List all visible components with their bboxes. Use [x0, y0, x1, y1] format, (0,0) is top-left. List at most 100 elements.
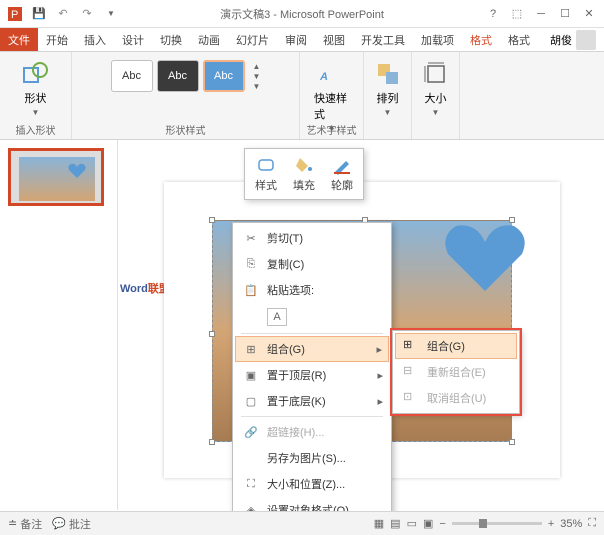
zoom-slider[interactable] — [452, 522, 542, 525]
shape-style-2[interactable]: Abc — [157, 60, 199, 92]
gallery-more-icon[interactable]: ▼ — [253, 82, 261, 91]
tab-review[interactable]: 审阅 — [277, 28, 315, 51]
ctx-size-position[interactable]: ⛶大小和位置(Z)... — [235, 471, 389, 497]
shapes-label: 形状 — [25, 90, 47, 106]
tab-home[interactable]: 开始 — [38, 28, 76, 51]
group-icon: ⊞ — [403, 338, 419, 354]
separator — [241, 416, 383, 417]
group-label-insert-shape: 插入形状 — [0, 122, 71, 137]
slide-thumbnail-1[interactable] — [8, 148, 104, 206]
notes-button[interactable]: ≐备注 — [8, 516, 42, 532]
fill-icon — [294, 155, 314, 175]
powerpoint-icon: P — [6, 5, 24, 23]
qat-more-icon[interactable]: ▼ — [102, 5, 120, 23]
close-button[interactable]: ✕ — [580, 7, 598, 21]
window-controls: ? ⬚ ─ ☐ ✕ — [478, 7, 604, 21]
zoom-in-button[interactable]: + — [548, 518, 554, 530]
tab-file[interactable]: 文件 — [0, 28, 38, 51]
user-name: 胡俊 — [550, 32, 572, 48]
maximize-button[interactable]: ☐ — [556, 7, 574, 21]
submenu-arrow-icon: ▸ — [377, 369, 383, 382]
undo-icon[interactable]: ↶ — [54, 5, 72, 23]
mini-fill-button[interactable]: 填充 — [293, 155, 315, 193]
tab-view[interactable]: 视图 — [315, 28, 353, 51]
bring-front-icon: ▣ — [243, 367, 259, 383]
submenu-group[interactable]: ⊞组合(G) — [395, 333, 517, 359]
shape-style-3[interactable]: Abc — [203, 60, 245, 92]
tab-animations[interactable]: 动画 — [190, 28, 228, 51]
size-icon — [422, 60, 450, 88]
submenu-regroup: ⊟重新组合(E) — [395, 359, 517, 385]
shape-style-gallery[interactable]: Abc Abc Abc ▲ ▼ ▼ — [107, 56, 265, 96]
redo-icon[interactable]: ↷ — [78, 5, 96, 23]
ctx-paste-options: 📋粘贴选项: — [235, 277, 389, 303]
help-icon[interactable]: ? — [484, 7, 502, 21]
context-menu: ✂剪切(T) ⎘复制(C) 📋粘贴选项: A ⊞组合(G)▸ ▣置于顶层(R)▸… — [232, 222, 392, 526]
minimize-button[interactable]: ─ — [532, 7, 550, 21]
group-wordart: A 快速样式 ▼ 艺术字样式 — [300, 52, 364, 139]
size-pos-icon: ⛶ — [243, 476, 259, 492]
ctx-paste-option-1[interactable]: A — [235, 303, 389, 331]
ctx-bring-front[interactable]: ▣置于顶层(R)▸ — [235, 362, 389, 388]
tab-developer[interactable]: 开发工具 — [353, 28, 413, 51]
chevron-down-icon: ▼ — [432, 108, 440, 117]
group-submenu: ⊞组合(G) ⊟重新组合(E) ⊡取消组合(U) — [392, 330, 520, 414]
group-label-shape-style: 形状样式 — [72, 122, 299, 137]
tab-addins[interactable]: 加载项 — [413, 28, 462, 51]
paste-option-icon: A — [267, 308, 287, 326]
tab-insert[interactable]: 插入 — [76, 28, 114, 51]
quick-styles-label: 快速样式 — [314, 90, 349, 122]
tab-format2[interactable]: 格式 — [500, 28, 538, 51]
view-reading-icon[interactable]: ▭ — [407, 517, 417, 530]
size-button[interactable]: 大小 ▼ — [416, 56, 456, 121]
status-bar: ≐备注 💬批注 ▦ ▤ ▭ ▣ − + 35% ⛶ — [0, 511, 604, 535]
heart-shape[interactable] — [440, 216, 530, 296]
group-shape-styles: Abc Abc Abc ▲ ▼ ▼ 形状样式 — [72, 52, 300, 139]
outline-icon — [332, 155, 352, 175]
ctx-cut[interactable]: ✂剪切(T) — [235, 225, 389, 251]
fit-window-icon[interactable]: ⛶ — [588, 517, 596, 530]
notes-icon: ≐ — [8, 517, 17, 530]
tab-design[interactable]: 设计 — [114, 28, 152, 51]
save-icon[interactable]: 💾 — [30, 5, 48, 23]
style-icon — [256, 155, 276, 175]
arrange-label: 排列 — [377, 90, 399, 106]
shape-style-1[interactable]: Abc — [111, 60, 153, 92]
gallery-down-icon[interactable]: ▼ — [253, 72, 261, 81]
mini-outline-button[interactable]: 轮廓 — [331, 155, 353, 193]
gallery-up-icon[interactable]: ▲ — [253, 62, 261, 71]
arrange-icon — [374, 60, 402, 88]
tab-slideshow[interactable]: 幻灯片 — [228, 28, 277, 51]
ribbon-options-icon[interactable]: ⬚ — [508, 7, 526, 21]
zoom-out-button[interactable]: − — [439, 518, 445, 530]
send-back-icon: ▢ — [243, 393, 259, 409]
group-insert-shape: 形状 ▼ 插入形状 — [0, 52, 72, 139]
user-area[interactable]: 胡俊 — [542, 28, 604, 51]
tab-transitions[interactable]: 切换 — [152, 28, 190, 51]
shapes-icon — [22, 60, 50, 88]
shapes-button[interactable]: 形状 ▼ — [16, 56, 56, 121]
ctx-group[interactable]: ⊞组合(G)▸ — [235, 336, 389, 362]
ribbon-tabs: 文件 开始 插入 设计 切换 动画 幻灯片 审阅 视图 开发工具 加载项 格式 … — [0, 28, 604, 52]
avatar — [576, 30, 596, 50]
mini-style-button[interactable]: 样式 — [255, 155, 277, 193]
ctx-send-back[interactable]: ▢置于底层(K)▸ — [235, 388, 389, 414]
chevron-down-icon: ▼ — [384, 108, 392, 117]
ctx-hyperlink: 🔗超链接(H)... — [235, 419, 389, 445]
ctx-save-as-picture[interactable]: 另存为图片(S)... — [235, 445, 389, 471]
separator — [241, 333, 383, 334]
ribbon: 形状 ▼ 插入形状 Abc Abc Abc ▲ ▼ ▼ 形状样式 A 快速样式 … — [0, 52, 604, 140]
tab-format1[interactable]: 格式 — [462, 28, 500, 51]
view-slideshow-icon[interactable]: ▣ — [423, 517, 433, 530]
wordart-icon: A — [318, 60, 346, 88]
title-bar: P 💾 ↶ ↷ ▼ 演示文稿3 - Microsoft PowerPoint ?… — [0, 0, 604, 28]
window-title: 演示文稿3 - Microsoft PowerPoint — [126, 6, 478, 22]
arrange-button[interactable]: 排列 ▼ — [368, 56, 408, 121]
zoom-level[interactable]: 35% — [560, 518, 582, 530]
group-icon: ⊞ — [243, 341, 259, 357]
comments-icon: 💬 — [52, 517, 66, 530]
comments-button[interactable]: 💬批注 — [52, 516, 91, 532]
view-normal-icon[interactable]: ▦ — [374, 517, 384, 530]
ctx-copy[interactable]: ⎘复制(C) — [235, 251, 389, 277]
view-sorter-icon[interactable]: ▤ — [390, 517, 400, 530]
